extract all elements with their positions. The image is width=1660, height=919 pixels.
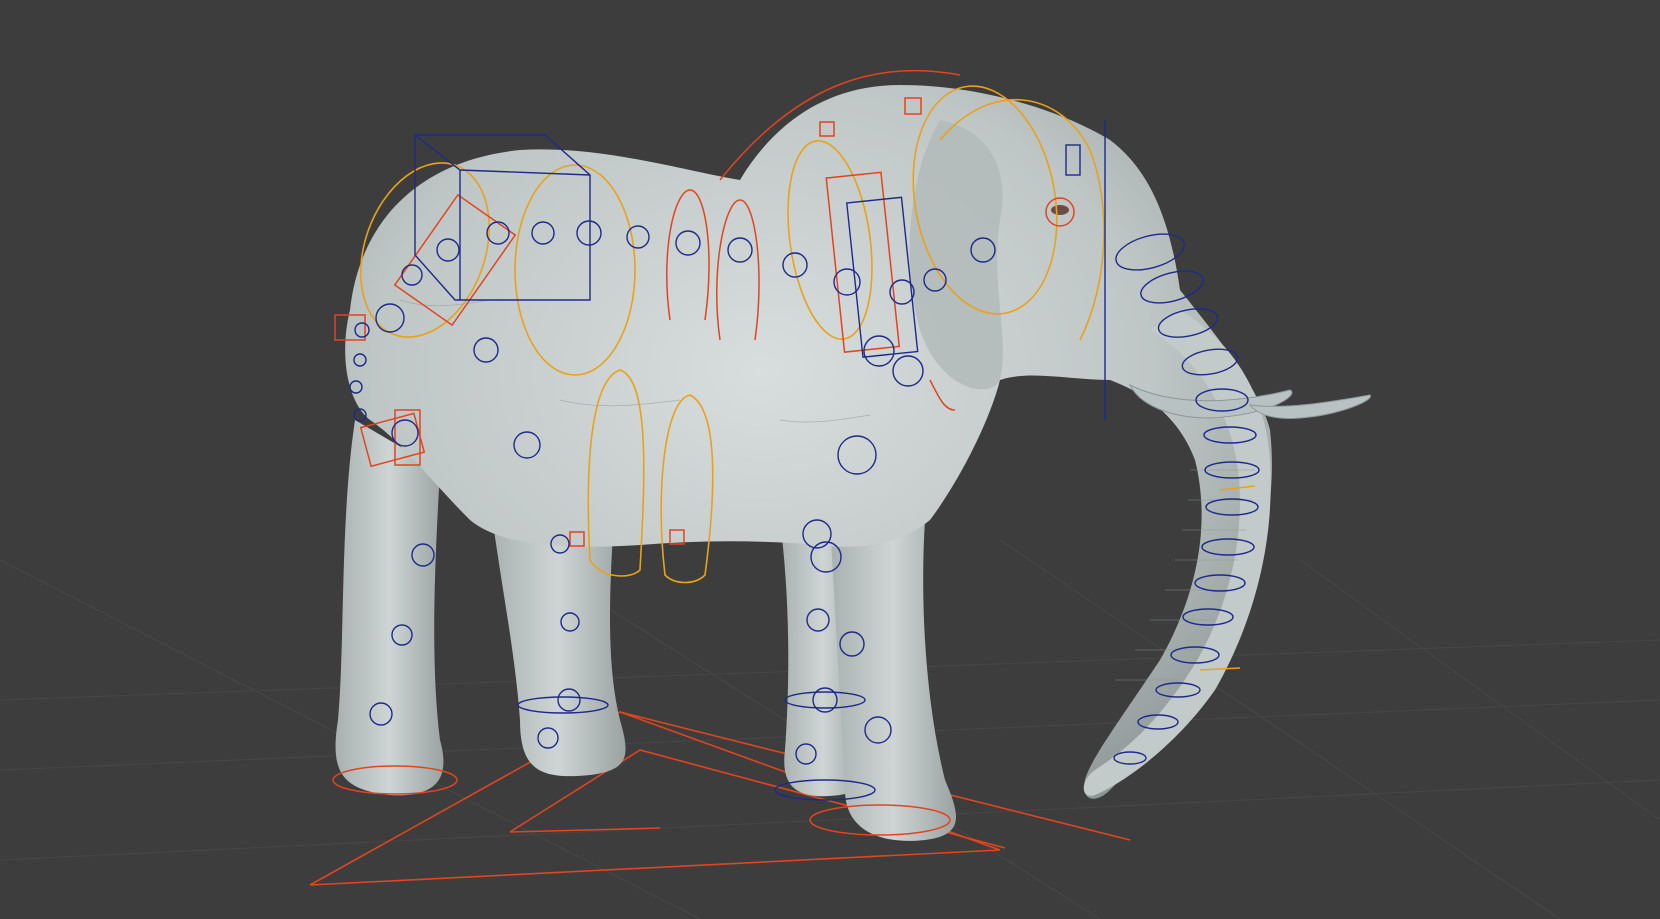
front-leg-left (830, 520, 957, 841)
3d-viewport[interactable] (0, 0, 1660, 919)
hind-leg-left (335, 420, 444, 796)
scene-canvas[interactable] (0, 0, 1660, 919)
elephant-eye (1051, 205, 1069, 215)
elephant-mesh[interactable] (335, 85, 1371, 841)
